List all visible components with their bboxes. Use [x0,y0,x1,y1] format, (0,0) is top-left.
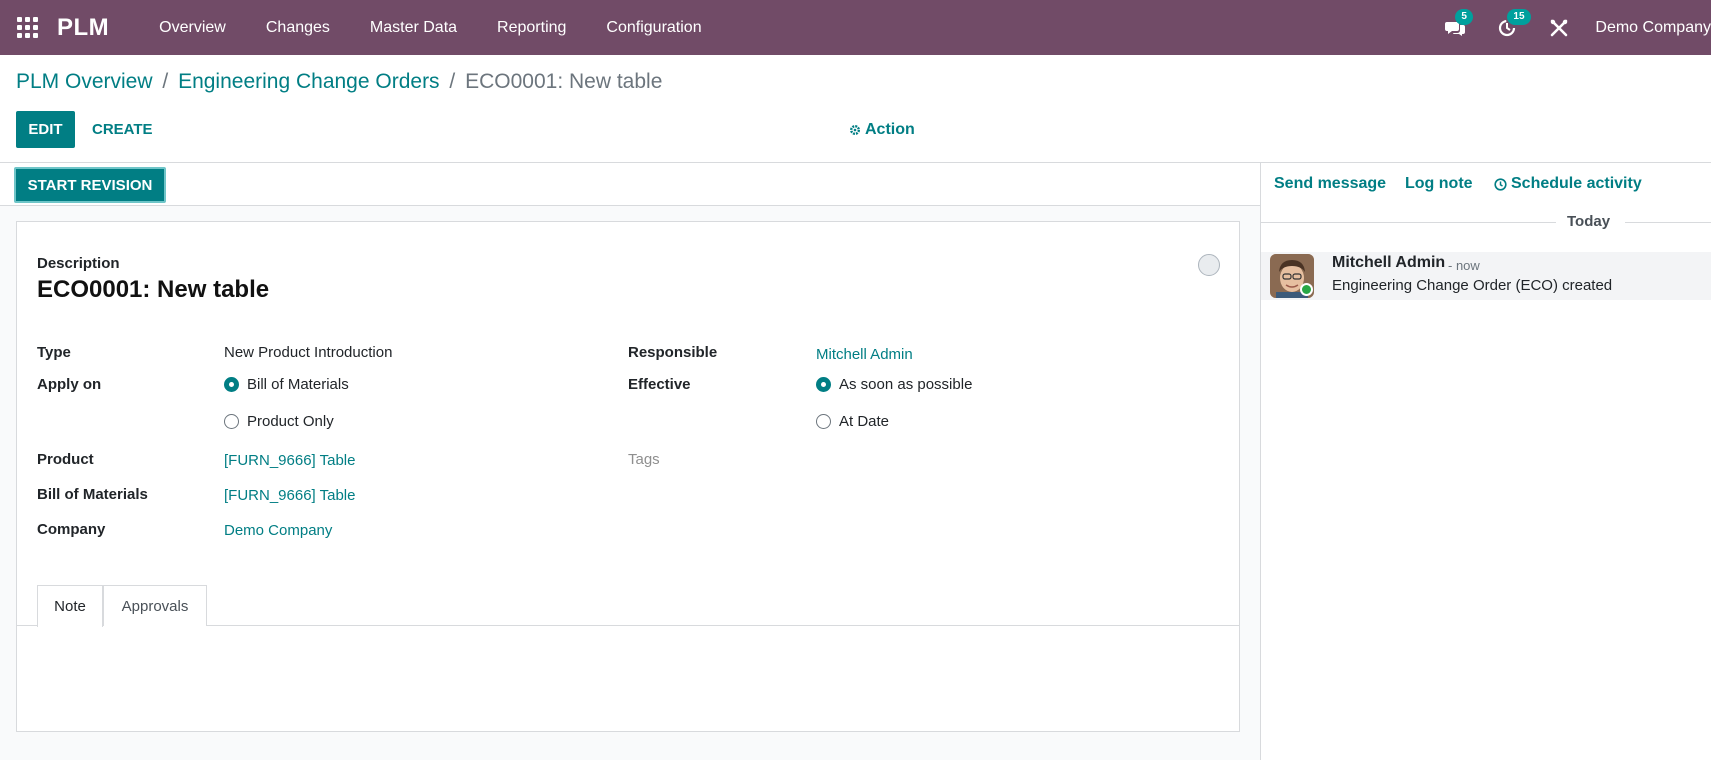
eco-title: ECO0001: New table [37,276,270,303]
apply-on-bom-radio[interactable]: Bill of Materials [224,376,349,393]
company-switcher[interactable]: Demo Company [1595,19,1711,37]
radio-unchecked-icon [816,414,831,429]
log-note-button[interactable]: Log note [1405,175,1473,193]
bom-label: Bill of Materials [37,486,148,503]
date-separator: Today [1261,213,1711,230]
menu-overview[interactable]: Overview [139,0,246,55]
product-label: Product [37,451,94,468]
apply-on-product-radio[interactable]: Product Only [224,413,334,430]
activities-count-badge: 15 [1507,9,1531,25]
action-menu-button[interactable]: Action [849,111,915,148]
type-value: New Product Introduction [224,344,393,361]
apply-on-bom-label: Bill of Materials [247,376,349,393]
clock-icon [1494,177,1507,191]
effective-asap-radio[interactable]: As soon as possible [816,376,972,393]
app-brand[interactable]: PLM [57,14,109,42]
breadcrumb: PLM Overview / Engineering Change Orders… [16,70,662,94]
product-link[interactable]: [FURN_9666] Table [224,452,355,469]
control-panel: PLM Overview / Engineering Change Orders… [0,55,1711,163]
activities-systray[interactable]: 15 [1481,0,1533,55]
menu-configuration[interactable]: Configuration [586,0,721,55]
send-message-button[interactable]: Send message [1274,175,1386,193]
description-label: Description [37,255,120,272]
form-view: START REVISION Description ECO0001: New … [0,163,1261,760]
tags-field[interactable]: Tags [628,451,660,468]
schedule-activity-label: Schedule activity [1511,175,1642,192]
message-author[interactable]: Mitchell Admin [1332,254,1445,272]
form-sheet: Description ECO0001: New table Type New … [16,221,1240,732]
menu-master-data[interactable]: Master Data [350,0,477,55]
tools-icon [1551,19,1568,36]
breadcrumb-separator: / [449,70,456,93]
apply-on-product-label: Product Only [247,413,334,430]
start-revision-button[interactable]: START REVISION [14,167,166,203]
responsible-label: Responsible [628,344,718,361]
effective-at-date-radio[interactable]: At Date [816,413,889,430]
effective-at-date-label: At Date [839,413,890,430]
schedule-activity-button[interactable]: Schedule activity [1494,175,1642,193]
form-statusbar: START REVISION [0,163,1260,206]
create-button[interactable]: CREATE [92,111,153,148]
radio-unchecked-icon [224,414,239,429]
chatter-message: Mitchell Admin - now Engineering Change … [1261,252,1711,300]
effective-label: Effective [628,376,691,393]
edit-button[interactable]: EDIT [16,111,75,148]
radio-checked-icon [224,377,239,392]
tab-approvals[interactable]: Approvals [103,585,207,626]
tab-note[interactable]: Note [37,585,103,627]
online-status-icon [1300,283,1313,296]
breadcrumb-current: ECO0001: New table [465,70,663,93]
breadcrumb-separator: / [162,70,169,93]
effective-asap-label: As soon as possible [839,376,973,393]
radio-checked-icon [816,377,831,392]
menu-reporting[interactable]: Reporting [477,0,586,55]
responsible-link[interactable]: Mitchell Admin [816,346,913,363]
kanban-state-indicator[interactable] [1198,254,1220,276]
company-link[interactable]: Demo Company [224,522,332,539]
gear-icon [850,124,860,135]
notebook-tabs: Note Approvals [17,585,1239,627]
message-body: Engineering Change Order (ECO) created [1332,277,1613,294]
type-label: Type [37,344,71,361]
top-navbar: PLM Overview Changes Master Data Reporti… [0,0,1711,55]
date-separator-label: Today [1567,213,1611,230]
apply-on-label: Apply on [37,376,102,393]
messages-count-badge: 5 [1455,9,1473,25]
menu-changes[interactable]: Changes [246,0,350,55]
bom-link[interactable]: [FURN_9666] Table [224,487,355,504]
debug-tools-systray[interactable] [1533,0,1585,55]
breadcrumb-eco-list[interactable]: Engineering Change Orders [178,70,440,93]
breadcrumb-plm-overview[interactable]: PLM Overview [16,70,153,93]
action-menu-label: Action [865,120,915,138]
chatter-panel: Send message Log note Schedule activity … [1261,163,1711,760]
app-menu-icon[interactable] [16,17,38,39]
company-label: Company [37,521,106,538]
message-time: - now [1448,258,1480,273]
messages-systray[interactable]: 5 [1429,0,1481,55]
